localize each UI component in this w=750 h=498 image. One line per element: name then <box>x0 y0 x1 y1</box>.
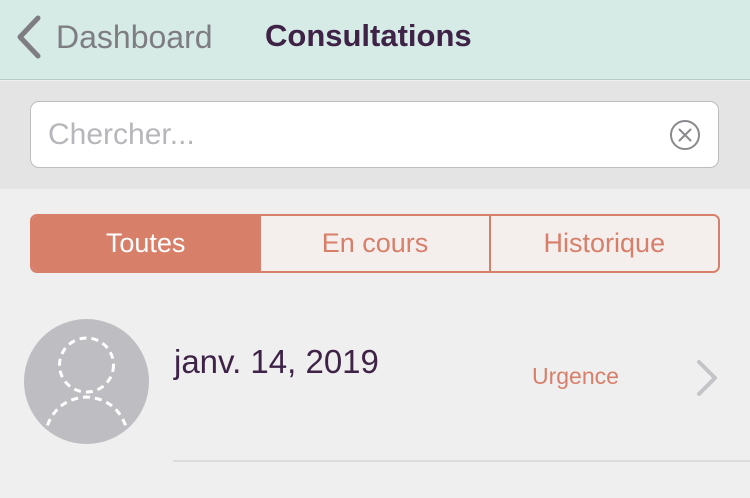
chevron-left-icon <box>17 15 41 59</box>
search-box[interactable] <box>30 101 719 168</box>
page-title: Consultations <box>265 18 472 53</box>
clear-circle-icon[interactable] <box>669 119 701 151</box>
consultation-date: janv. 14, 2019 <box>174 343 379 380</box>
consultation-list-item[interactable]: janv. 14, 2019 Urgence <box>0 300 750 462</box>
back-button-label: Dashboard <box>56 18 213 55</box>
row-divider <box>173 460 750 462</box>
avatar <box>24 319 149 444</box>
chevron-right-icon <box>697 360 717 396</box>
tab-in-progress[interactable]: En cours <box>259 216 489 271</box>
back-button[interactable]: Dashboard <box>14 14 213 60</box>
status-badge: Urgence <box>532 363 619 389</box>
tab-all[interactable]: Toutes <box>32 216 260 271</box>
user-placeholder-icon <box>42 336 131 438</box>
tab-history[interactable]: Historique <box>488 216 718 271</box>
filter-segmented-control: Toutes En cours Historique <box>30 214 720 273</box>
navigation-bar: Dashboard Consultations <box>0 0 750 80</box>
search-bar-container <box>0 81 750 189</box>
search-input[interactable] <box>48 102 668 167</box>
